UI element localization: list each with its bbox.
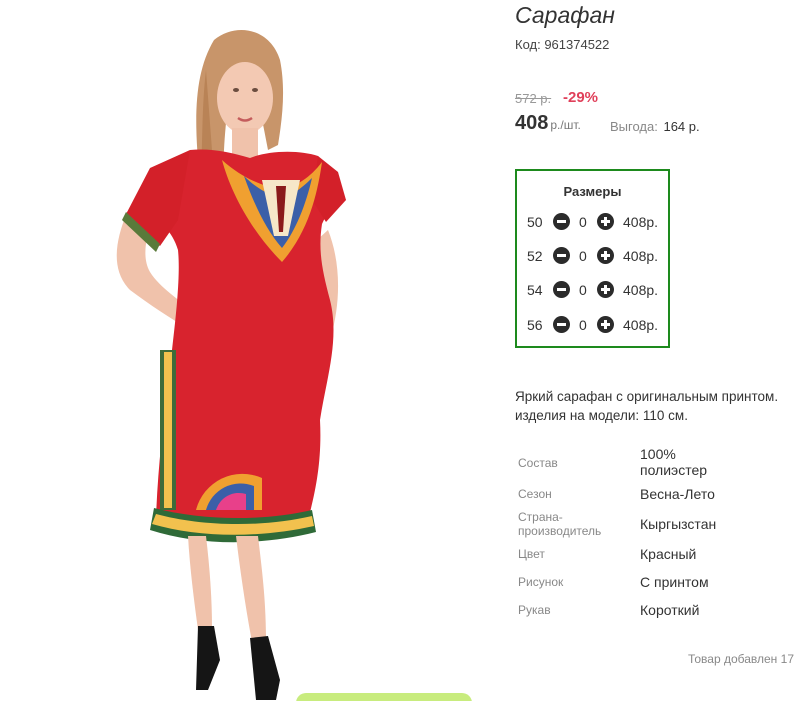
spec-value: 100% полиэстер: [640, 446, 708, 478]
savings: Выгода: 164 р.: [610, 119, 700, 134]
minus-circle-icon[interactable]: [553, 247, 570, 264]
spec-label: Рисунок: [518, 575, 564, 589]
minus-circle-icon[interactable]: [553, 213, 570, 230]
size-row-50: 50 0 408р.: [517, 213, 668, 231]
size-label: 56: [527, 317, 543, 333]
savings-label: Выгода:: [610, 119, 658, 134]
size-price: 408р.: [623, 248, 659, 264]
size-label: 54: [527, 282, 543, 298]
old-price: 572 р.: [515, 91, 552, 106]
spec-value: Кыргызстан: [640, 516, 717, 532]
quantity-value[interactable]: 0: [579, 248, 587, 264]
added-date-note: Товар добавлен 17: [687, 652, 794, 666]
sizes-selector: Размеры 50 0 408р. 52 0 408р. 54 0 408р.…: [515, 169, 670, 348]
sizes-title: Размеры: [563, 184, 622, 199]
size-price: 408р.: [623, 214, 659, 230]
product-photo[interactable]: [0, 0, 486, 701]
price-block: 408 р./шт.: [515, 112, 581, 135]
product-title: Сарафан: [515, 2, 615, 28]
size-label: 50: [527, 214, 543, 230]
spec-label: Цвет: [518, 547, 545, 561]
quantity-value[interactable]: 0: [579, 317, 587, 333]
price-unit: р./шт.: [550, 118, 581, 132]
plus-circle-icon[interactable]: [597, 213, 614, 230]
quantity-value[interactable]: 0: [579, 214, 587, 230]
size-row-52: 52 0 408р.: [517, 247, 668, 265]
plus-circle-icon[interactable]: [597, 316, 614, 333]
savings-value: 164 р.: [663, 119, 700, 134]
minus-circle-icon[interactable]: [553, 281, 570, 298]
spec-value: С принтом: [640, 574, 709, 590]
product-code: Код: 961374522: [515, 37, 610, 52]
spec-value: Красный: [640, 546, 697, 562]
discount-badge: -29%: [563, 89, 599, 106]
spec-label: Сезон: [518, 487, 552, 501]
size-price: 408р.: [623, 317, 659, 333]
size-label: 52: [527, 248, 543, 264]
current-price: 408: [515, 112, 549, 134]
spec-label: Страна-производитель: [518, 510, 602, 538]
size-row-56: 56 0 408р.: [517, 316, 668, 334]
product-info-panel: Сарафан Код: 961374522 572 р. -29% 408 р.…: [515, 0, 794, 701]
description-line: Яркий сарафан с оригинальным принтом.: [515, 389, 779, 404]
quantity-value[interactable]: 0: [579, 282, 587, 298]
spec-value: Короткий: [640, 602, 700, 618]
spec-label: Состав: [518, 456, 558, 470]
spec-label: Рукав: [518, 603, 551, 617]
size-price: 408р.: [623, 282, 659, 298]
spec-value: Весна-Лето: [640, 486, 715, 502]
plus-circle-icon[interactable]: [597, 281, 614, 298]
size-row-54: 54 0 408р.: [517, 281, 668, 299]
buy-button[interactable]: [296, 693, 472, 701]
minus-circle-icon[interactable]: [553, 316, 570, 333]
description-line: изделия на модели: 110 см.: [515, 408, 688, 423]
model-in-dress-image: [116, 29, 346, 700]
plus-circle-icon[interactable]: [597, 247, 614, 264]
product-description: Яркий сарафан с оригинальным принтом. из…: [515, 387, 794, 425]
